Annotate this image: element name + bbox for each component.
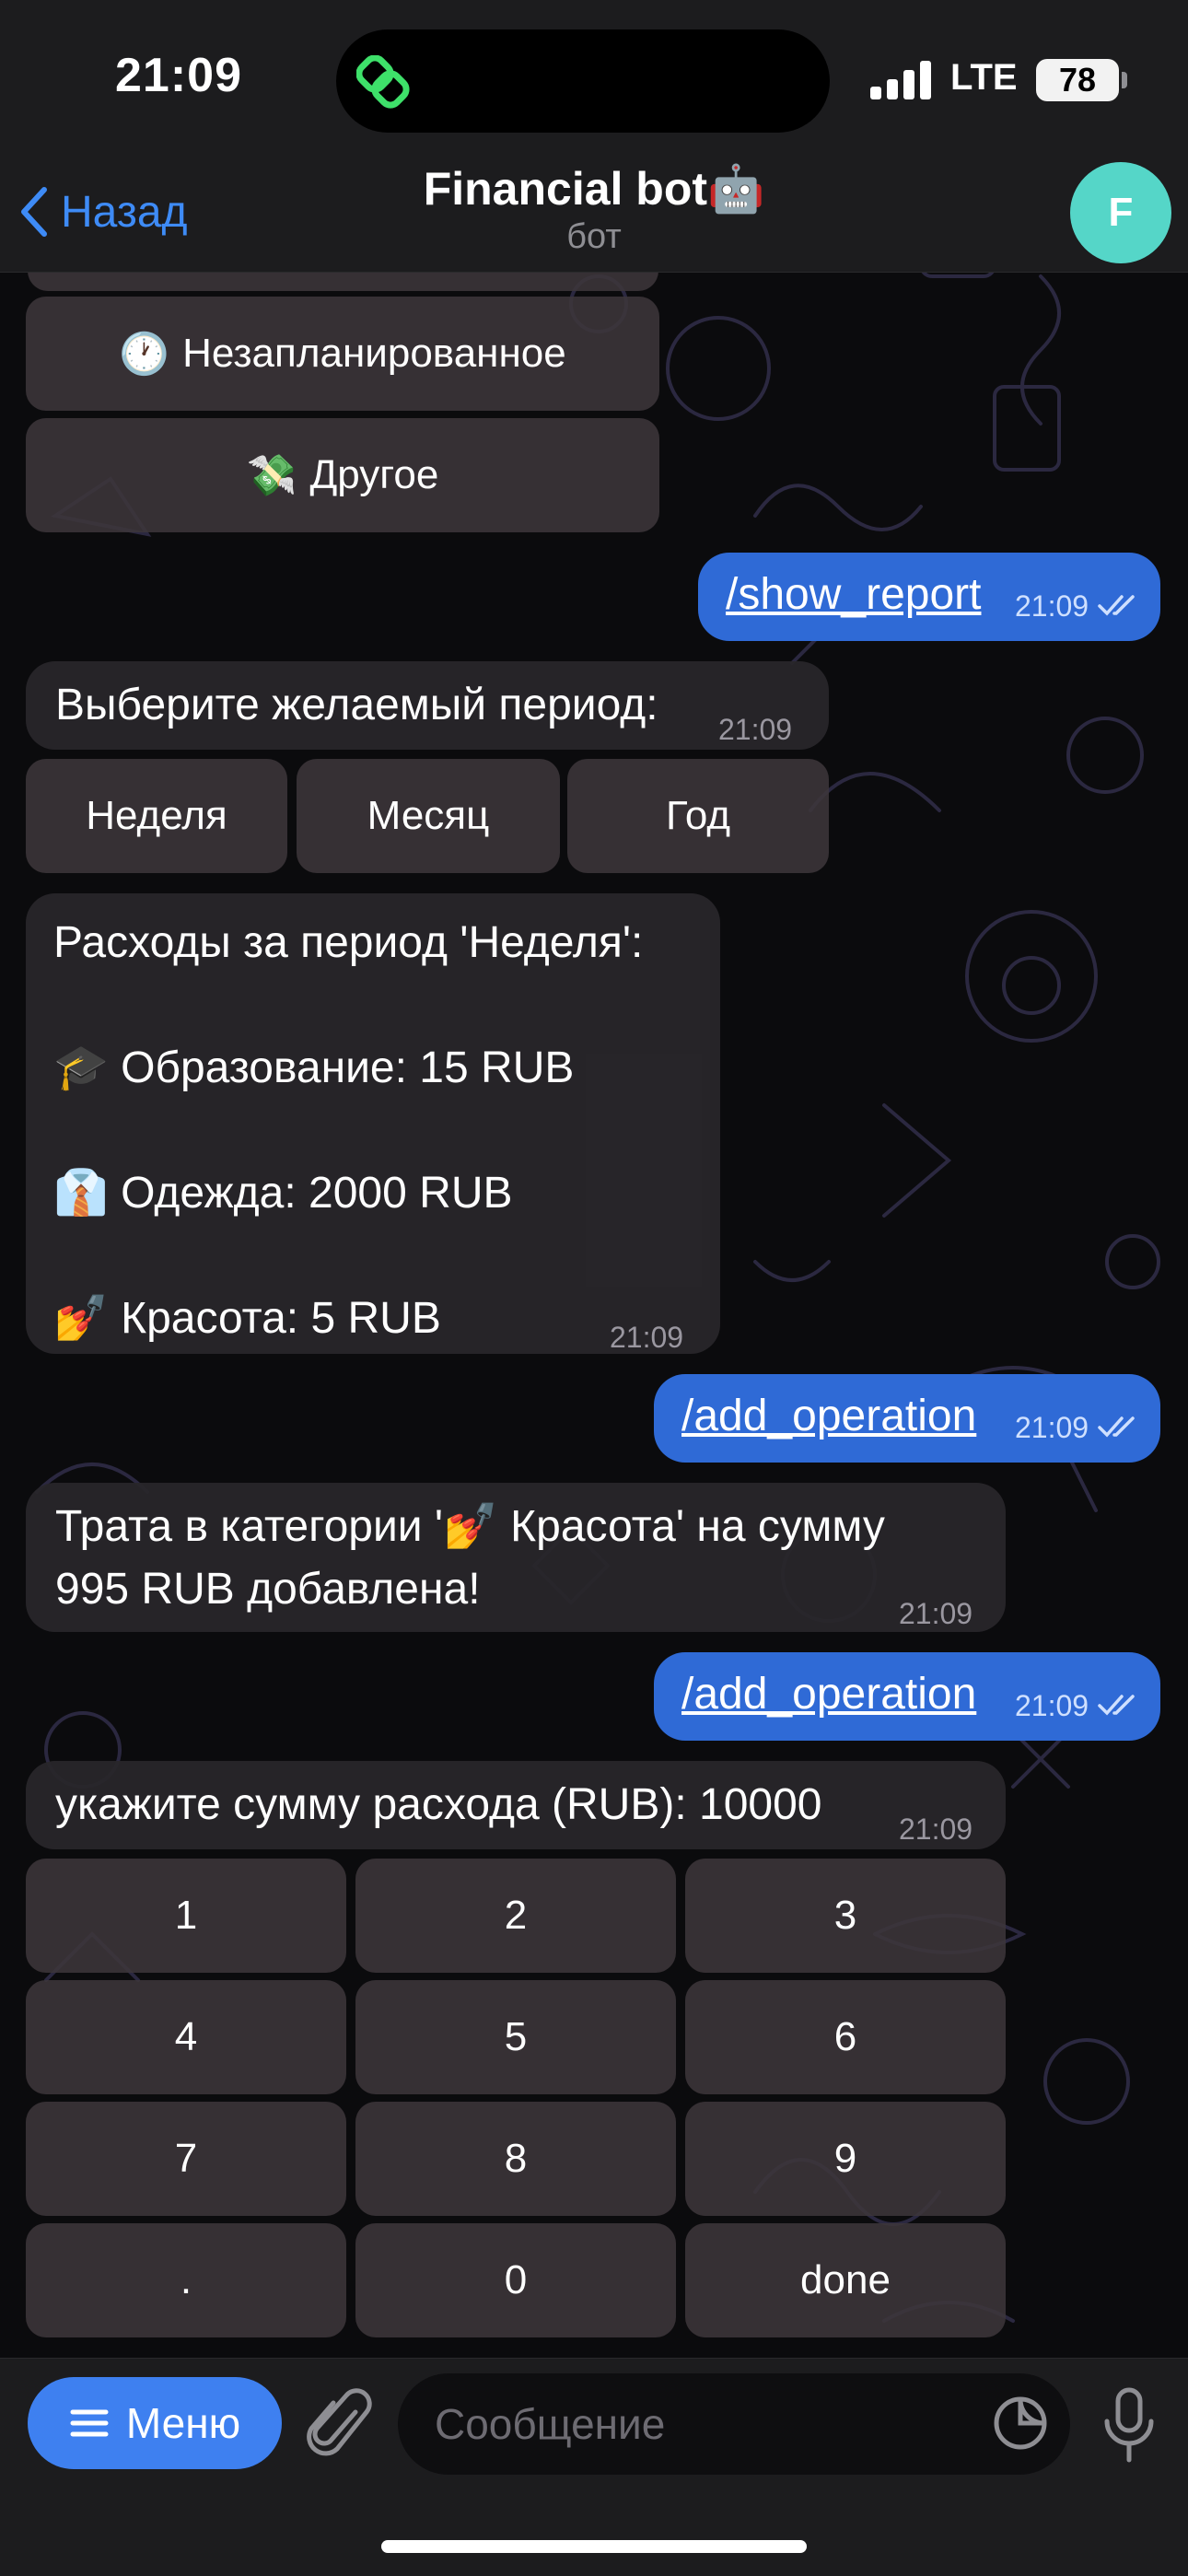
- nail-polish-icon: 💅: [443, 1502, 498, 1551]
- message-text: укажите сумму расхода (RUB): 10000: [55, 1780, 822, 1829]
- command-link[interactable]: /show_report: [726, 569, 981, 620]
- report-line-text: Одежда: 2000 RUB: [121, 1169, 513, 1218]
- chat-header: Назад Financial bot🤖 бот F: [0, 157, 1188, 273]
- report-line-beauty: 💅 Красота: 5 RUB: [53, 1288, 441, 1350]
- outgoing-message[interactable]: /show_report 21:09: [698, 553, 1160, 641]
- double-check-icon: [1098, 1695, 1135, 1716]
- battery-tip: [1122, 72, 1127, 88]
- numpad-key-1[interactable]: 1: [26, 1859, 346, 1973]
- double-check-icon: [1098, 1416, 1135, 1438]
- message-time: 21:09: [1015, 1411, 1089, 1444]
- signal-icon: [870, 59, 933, 99]
- avatar[interactable]: F: [1070, 162, 1171, 263]
- outgoing-message[interactable]: /add_operation 21:09: [654, 1652, 1160, 1741]
- category-button-unplanned[interactable]: 🕐 Незапланированное: [26, 297, 659, 411]
- message-line: Трата в категории '💅 Красота' на сумму: [55, 1496, 885, 1558]
- necktie-icon: 👔: [53, 1169, 109, 1218]
- numpad-key-9[interactable]: 9: [685, 2102, 1006, 2216]
- numpad-key-8[interactable]: 8: [355, 2102, 676, 2216]
- command-link[interactable]: /add_operation: [681, 1391, 976, 1441]
- period-button-week[interactable]: Неделя: [26, 759, 287, 873]
- numpad-key-dot[interactable]: .: [26, 2223, 346, 2337]
- link-app-icon: [356, 55, 410, 109]
- period-button-month[interactable]: Месяц: [297, 759, 560, 873]
- numpad-key-done[interactable]: done: [685, 2223, 1006, 2337]
- message-time: 21:09: [718, 713, 793, 746]
- numpad-key-2[interactable]: 2: [355, 1859, 676, 1973]
- message-time: 21:09: [1015, 589, 1089, 623]
- numpad-key-5[interactable]: 5: [355, 1980, 676, 2094]
- command-link[interactable]: /add_operation: [681, 1669, 976, 1719]
- paperclip-icon[interactable]: [306, 2384, 372, 2462]
- report-title: Расходы за период 'Неделя':: [53, 918, 644, 967]
- category-button-label: Незапланированное: [182, 331, 566, 376]
- report-line-education: 🎓 Образование: 15 RUB: [53, 1037, 574, 1100]
- money-wings-icon: 💸: [246, 453, 297, 498]
- sticker-icon[interactable]: [991, 2394, 1050, 2453]
- double-check-icon: [1098, 595, 1135, 616]
- numpad-key-6[interactable]: 6: [685, 1980, 1006, 2094]
- message-input[interactable]: [398, 2373, 1070, 2475]
- message-time: 21:09: [610, 1321, 684, 1354]
- message-time: 21:09: [899, 1597, 973, 1630]
- status-bar: 21:09 LTE 78: [0, 0, 1188, 157]
- home-indicator: [381, 2540, 807, 2553]
- message-text: Выберите желаемый период:: [55, 681, 658, 729]
- message-text: 995 RUB добавлена!: [55, 1565, 481, 1614]
- microphone-icon[interactable]: [1101, 2386, 1157, 2464]
- incoming-message: Трата в категории '💅 Красота' на сумму 9…: [26, 1483, 1006, 1632]
- chat-history[interactable]: 🕐 Незапланированное 💸 Другое /show_repor…: [0, 0, 1188, 2575]
- category-button-label: Другое: [309, 452, 439, 497]
- status-time: 21:09: [115, 49, 242, 102]
- nail-polish-icon: 💅: [53, 1294, 109, 1343]
- graduation-cap-icon: 🎓: [53, 1043, 109, 1092]
- numpad-key-3[interactable]: 3: [685, 1859, 1006, 1973]
- chat-title[interactable]: Financial bot🤖: [0, 162, 1188, 216]
- report-line-text: Красота: 5 RUB: [121, 1294, 441, 1343]
- numpad-key-0[interactable]: 0: [355, 2223, 676, 2337]
- incoming-message: Выберите желаемый период: 21:09: [26, 661, 829, 750]
- menu-button[interactable]: Меню: [28, 2377, 282, 2469]
- message-time: 21:09: [1015, 1689, 1089, 1722]
- report-line-clothes: 👔 Одежда: 2000 RUB: [53, 1162, 513, 1225]
- network-type: LTE: [950, 57, 1018, 98]
- report-line-text: Образование: 15 RUB: [121, 1043, 575, 1092]
- report-message: Расходы за период 'Неделя': 🎓 Образовани…: [26, 893, 720, 1354]
- numpad-key-4[interactable]: 4: [26, 1980, 346, 2094]
- period-button-year[interactable]: Год: [567, 759, 829, 873]
- numpad-key-7[interactable]: 7: [26, 2102, 346, 2216]
- clock-icon: 🕐: [119, 332, 170, 377]
- outgoing-message[interactable]: /add_operation 21:09: [654, 1374, 1160, 1463]
- incoming-message: укажите сумму расхода (RUB): 10000 21:09: [26, 1761, 1006, 1849]
- menu-label: Меню: [125, 2399, 241, 2447]
- message-text: Трата в категории ': [55, 1502, 444, 1551]
- dynamic-island: [336, 29, 830, 133]
- battery-icon: 78: [1036, 59, 1119, 101]
- message-time: 21:09: [899, 1813, 973, 1846]
- message-text: Красота' на сумму: [497, 1502, 885, 1551]
- chat-subtitle: бот: [566, 217, 622, 256]
- category-button-other[interactable]: 💸 Другое: [26, 418, 659, 532]
- hamburger-icon: [70, 2409, 109, 2437]
